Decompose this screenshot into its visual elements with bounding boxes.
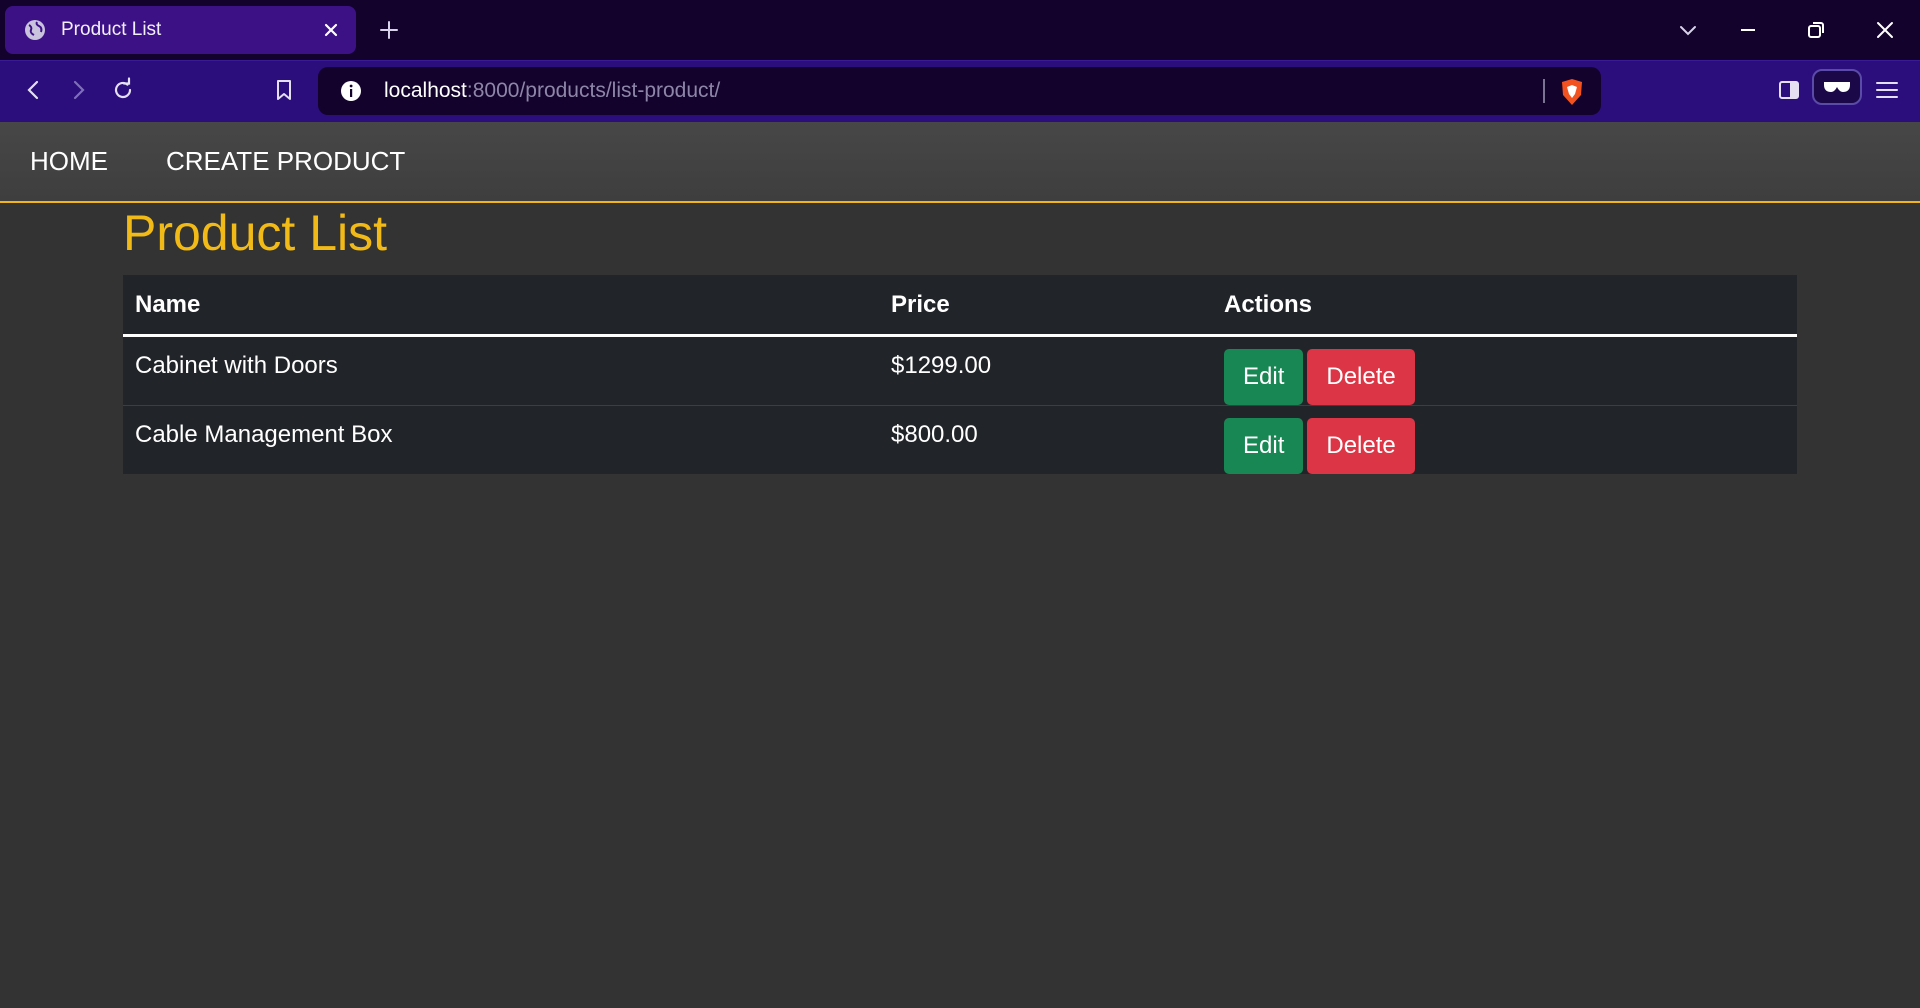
bookmark-icon[interactable] [271, 77, 297, 103]
url-host: localhost [384, 79, 467, 102]
restore-icon[interactable] [1803, 17, 1829, 43]
sidebar-toggle-icon[interactable] [1777, 78, 1801, 102]
product-table: Name Price Actions Cabinet with Doors $1… [123, 275, 1797, 474]
site-info-icon[interactable] [340, 80, 362, 102]
browser-toolbar: localhost:8000/products/list-product/ [0, 60, 1920, 122]
close-icon[interactable] [320, 19, 342, 41]
browser-tab-active[interactable]: Product List [5, 6, 356, 54]
column-header-actions: Actions [1212, 275, 1797, 337]
menu-hamburger-icon[interactable] [1874, 78, 1900, 102]
reload-icon[interactable] [110, 77, 136, 103]
actions-cell: Edit Delete [1212, 336, 1797, 406]
product-price-cell: $1299.00 [891, 352, 992, 379]
globe-icon [23, 18, 47, 42]
nav-home-link[interactable]: HOME [30, 146, 108, 177]
product-name-cell: Cabinet with Doors [135, 352, 338, 379]
browser-tab-strip: Product List [0, 0, 1920, 60]
minimize-icon[interactable] [1735, 17, 1761, 43]
new-tab-plus-icon[interactable] [376, 17, 402, 43]
page-title: Product List [123, 205, 388, 261]
brave-shields-icon[interactable] [1558, 77, 1586, 107]
forward-icon[interactable] [65, 77, 91, 103]
url-path: :8000/products/list-product/ [466, 79, 721, 102]
url-text: localhost:8000/products/list-product/ [384, 79, 720, 103]
tab-title: Product List [61, 19, 162, 40]
table-header-row: Name Price Actions [123, 275, 1797, 337]
edit-button[interactable]: Edit [1224, 349, 1304, 405]
speedreader-glasses-icon[interactable] [1812, 69, 1862, 105]
nav-create-product-link[interactable]: CREATE PRODUCT [166, 146, 405, 177]
delete-button[interactable]: Delete [1307, 418, 1415, 474]
url-divider [1543, 79, 1545, 103]
product-name-cell: Cable Management Box [123, 405, 879, 474]
tab-search-chevron-down-icon[interactable] [1675, 17, 1701, 43]
actions-cell: Edit Delete [1212, 405, 1797, 474]
address-bar[interactable]: localhost:8000/products/list-product/ [318, 67, 1601, 115]
product-price-cell: $800.00 [879, 405, 1212, 474]
edit-button[interactable]: Edit [1224, 418, 1304, 474]
back-icon[interactable] [21, 77, 47, 103]
table-row: Cable Management Box $800.00 Edit Delete [123, 405, 1797, 474]
column-header-name: Name [123, 275, 879, 337]
page-content: HOME CREATE PRODUCT Product List Name Pr… [0, 122, 1920, 1008]
delete-button[interactable]: Delete [1307, 349, 1415, 405]
window-close-icon[interactable] [1872, 17, 1898, 43]
site-navbar: HOME CREATE PRODUCT [0, 122, 1920, 203]
table-row: Cabinet with Doors $1299.00 Edit Delete [123, 336, 1797, 406]
column-header-price: Price [879, 275, 1212, 337]
